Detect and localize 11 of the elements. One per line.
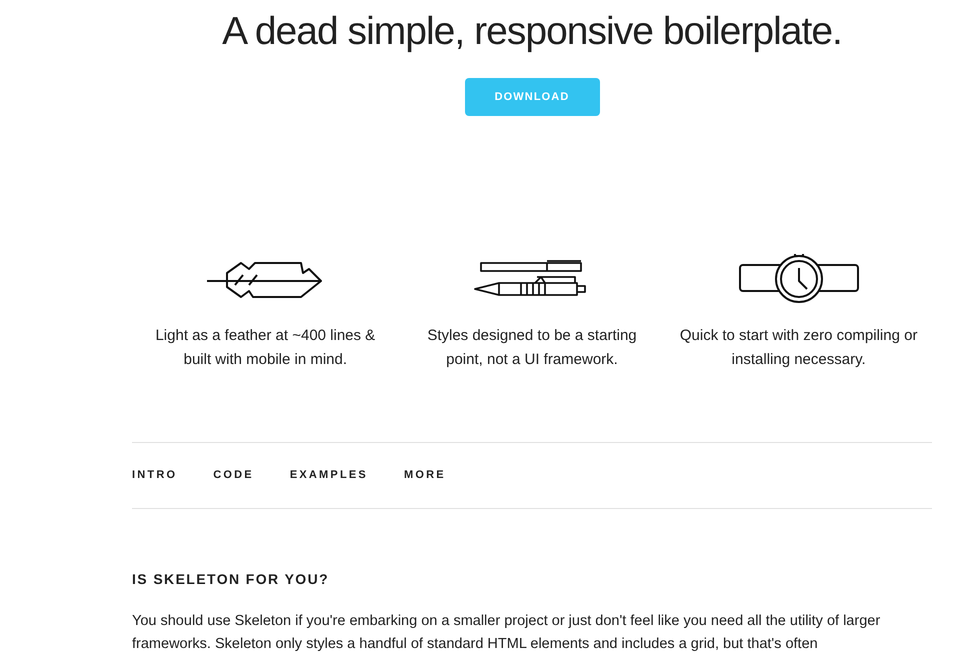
hero-title: A dead simple, responsive boilerplate. xyxy=(221,12,843,51)
section-heading: IS SKELETON FOR YOU? xyxy=(132,570,330,589)
nav-link[interactable]: CODE xyxy=(213,467,254,484)
nav-link[interactable]: INTRO xyxy=(132,467,178,484)
section-paragraph: You should use Skeleton if you're embarking on a smaller project or just don't feel like you need all the utility of larger frameworks. Skeleton only styles a handful of standard HTML elements and includes a grid, but that's often xyxy=(132,612,882,654)
watch-icon xyxy=(738,254,859,304)
nav-link[interactable]: MORE xyxy=(404,467,446,484)
feature-description: Quick to start with zero compiling or installing necessary. xyxy=(678,326,918,370)
nav-link[interactable]: EXAMPLES xyxy=(290,467,368,484)
feature-description: Styles designed to be a starting point, not a UI framework. xyxy=(426,326,638,370)
feature-description: Light as a feather at ~400 lines & built with mobile in mind. xyxy=(154,326,376,370)
